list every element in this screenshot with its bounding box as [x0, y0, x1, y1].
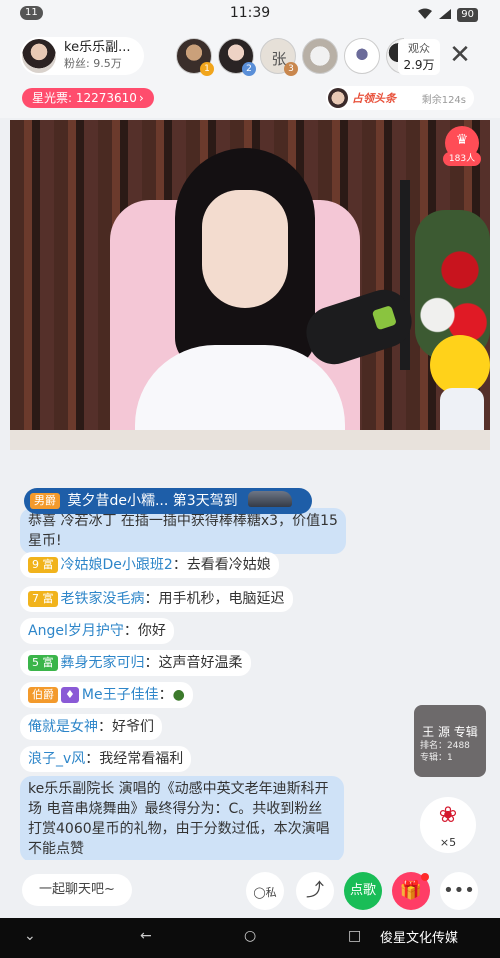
- chat-username[interactable]: 浪子_v风: [28, 751, 85, 767]
- private-message-button[interactable]: ◯私: [246, 872, 284, 910]
- headline-avatar: [328, 88, 348, 108]
- starlight-ticket-button[interactable]: 星光票: 12273610 ›: [22, 88, 154, 108]
- room-header: ke乐乐副... 粉丝: 9.5万 1 2 张 3 观众 2.9万 ✕ 星光票:…: [0, 28, 500, 118]
- headline-banner[interactable]: 占领头条 剩余124s: [326, 86, 474, 110]
- rose-count: ×5: [439, 836, 457, 849]
- viewer-avatar[interactable]: 2: [218, 38, 256, 76]
- viewer-avatar[interactable]: 张 3: [260, 38, 298, 76]
- video-face: [202, 190, 288, 308]
- video-desk: [10, 430, 490, 450]
- chat-message[interactable]: 5 富彝身无家可归：这声音好温柔: [20, 650, 251, 676]
- chat-message[interactable]: 伯爵 ♦ Me王子佳佳：●: [20, 682, 193, 708]
- status-icons: 90: [417, 5, 478, 24]
- headline-countdown: 剩余124s: [421, 94, 466, 106]
- viewer-count[interactable]: 观众 2.9万: [398, 39, 440, 75]
- chat-input[interactable]: 一起聊天吧~: [22, 874, 132, 906]
- viewer-rank: 2: [242, 62, 256, 76]
- viewer-count-value: 2.9万: [403, 58, 435, 72]
- wealth-badge: 9 富: [28, 557, 58, 573]
- chat-username[interactable]: 彝身无家可归: [61, 655, 145, 671]
- chat-text: ：好爷们: [98, 719, 154, 735]
- chat-username[interactable]: Angel岁月护守: [28, 623, 124, 639]
- arrival-name: 莫夕昔de小糯...: [67, 493, 169, 509]
- song-card-title: 王 源 专辑: [422, 725, 478, 739]
- chat-text: ：: [158, 687, 173, 703]
- chat-message[interactable]: 7 富老铁家没毛病：用手机秒，电脑延迟: [20, 586, 293, 612]
- chat-username[interactable]: 冷姑娘De小跟班2: [61, 557, 173, 573]
- system-message-text: ke乐乐副院长 演唱的《动感中英文老年迪斯科开场 电音串烧舞曲》最终得分为：C。…: [28, 781, 330, 857]
- vip-shield-icon: ♦: [61, 687, 79, 703]
- song-request-button[interactable]: 点歌: [344, 872, 382, 910]
- bottom-toolbar: 一起聊天吧~ ◯私 ⤴ 点歌 🎁 •••: [0, 860, 500, 920]
- starlight-label: 星光票: 12273610: [32, 91, 137, 105]
- host-profile[interactable]: ke乐乐副... 粉丝: 9.5万: [20, 37, 144, 75]
- host-fans: 粉丝: 9.5万: [64, 57, 122, 70]
- share-icon: ⤴: [306, 880, 324, 901]
- host-name: ke乐乐副...: [64, 40, 131, 55]
- rank-badge: 男爵: [30, 493, 60, 509]
- rose-icon: ❀: [438, 803, 458, 828]
- system-message: 恭喜 冷若冰丁 在插一插中获得棒棒糖x3，价值15星币!: [20, 508, 346, 554]
- system-nav-bar: ⌄ ← ○ □ 俊星文化传媒: [0, 918, 500, 958]
- song-card-rank: 排名：2488: [420, 741, 470, 751]
- chat-text: ：用手机秒，电脑延迟: [144, 591, 285, 607]
- battery-icon: 90: [457, 7, 478, 22]
- gift-button[interactable]: 🎁: [392, 872, 430, 910]
- home-icon[interactable]: ○: [244, 928, 256, 944]
- chat-message[interactable]: 俺就是女神：好爷们: [20, 714, 162, 740]
- close-icon[interactable]: ✕: [446, 40, 474, 70]
- wealth-badge: 5 富: [28, 655, 58, 671]
- arrival-banner: 男爵 莫夕昔de小糯... 第3天驾到: [24, 488, 312, 514]
- notification-dot: [421, 873, 429, 881]
- back-icon[interactable]: ←: [140, 928, 152, 944]
- system-message-text: 恭喜 冷若冰丁 在插一插中获得棒棒糖x3，价值15星币!: [28, 513, 338, 549]
- chat-text: ：去看看冷姑娘: [172, 557, 271, 573]
- chat-username[interactable]: 老铁家没毛病: [61, 591, 145, 607]
- more-icon: •••: [443, 880, 475, 901]
- song-album-card[interactable]: 王 源 专辑 排名：2488 专辑：1: [414, 705, 486, 777]
- gift-icon: 🎁: [399, 880, 423, 901]
- chat-message[interactable]: Angel岁月护守：你好: [20, 618, 174, 644]
- recents-icon[interactable]: □: [348, 928, 361, 944]
- viewer-count-label: 观众: [408, 42, 430, 55]
- chat-text: ：这声音好温柔: [144, 655, 243, 671]
- viewer-avatar[interactable]: [344, 38, 380, 74]
- viewer-rank: 1: [200, 62, 214, 76]
- car-icon: [248, 491, 293, 507]
- chevron-down-icon[interactable]: ⌄: [24, 928, 36, 944]
- chat-text: ：我经常看福利: [85, 751, 184, 767]
- share-button[interactable]: ⤴: [296, 872, 334, 910]
- wifi-icon: [417, 5, 433, 24]
- video-toy-duck: [430, 335, 490, 395]
- wealth-badge: 7 富: [28, 591, 58, 607]
- arrival-text: 第3天驾到: [172, 493, 238, 509]
- chat-username[interactable]: 俺就是女神: [28, 719, 98, 735]
- status-bar: 11 11:39 90: [0, 0, 500, 28]
- live-video[interactable]: [10, 120, 490, 450]
- song-card-album: 专辑：1: [420, 753, 453, 763]
- viewer-rank: 3: [284, 62, 298, 76]
- viewer-avatar[interactable]: [302, 38, 338, 74]
- private-chat-icon: ◯私: [253, 886, 277, 899]
- chat-username[interactable]: Me王子佳佳: [82, 687, 159, 703]
- guard-count: 183人: [443, 152, 481, 166]
- system-message: ke乐乐副院长 演唱的《动感中英文老年迪斯科开场 电音串烧舞曲》最终得分为：C。…: [20, 776, 344, 862]
- signal-icon: [438, 5, 452, 24]
- turtle-icon: ●: [172, 687, 185, 703]
- noble-badge: 伯爵: [28, 687, 58, 703]
- chat-panel[interactable]: 恭喜 冷若冰丁 在插一插中获得棒棒糖x3，价值15星币! 男爵 莫夕昔de小糯.…: [0, 450, 500, 862]
- watermark: 俊星文化传媒: [380, 931, 459, 946]
- chat-message[interactable]: 浪子_v风：我经常看福利: [20, 746, 192, 772]
- chat-text: ：你好: [123, 623, 166, 639]
- chevron-right-icon: ›: [138, 91, 144, 105]
- top-viewers: 1 2 张 3: [176, 38, 404, 76]
- private-label: 私: [265, 886, 277, 899]
- more-button[interactable]: •••: [440, 872, 478, 910]
- chat-message[interactable]: 9 富冷姑娘De小跟班2：去看看冷姑娘: [20, 552, 279, 578]
- headline-text: 占领头条: [352, 92, 396, 105]
- host-avatar[interactable]: [22, 39, 56, 73]
- viewer-avatar[interactable]: 1: [176, 38, 214, 76]
- rose-gift-button[interactable]: ❀ ×5: [420, 797, 476, 853]
